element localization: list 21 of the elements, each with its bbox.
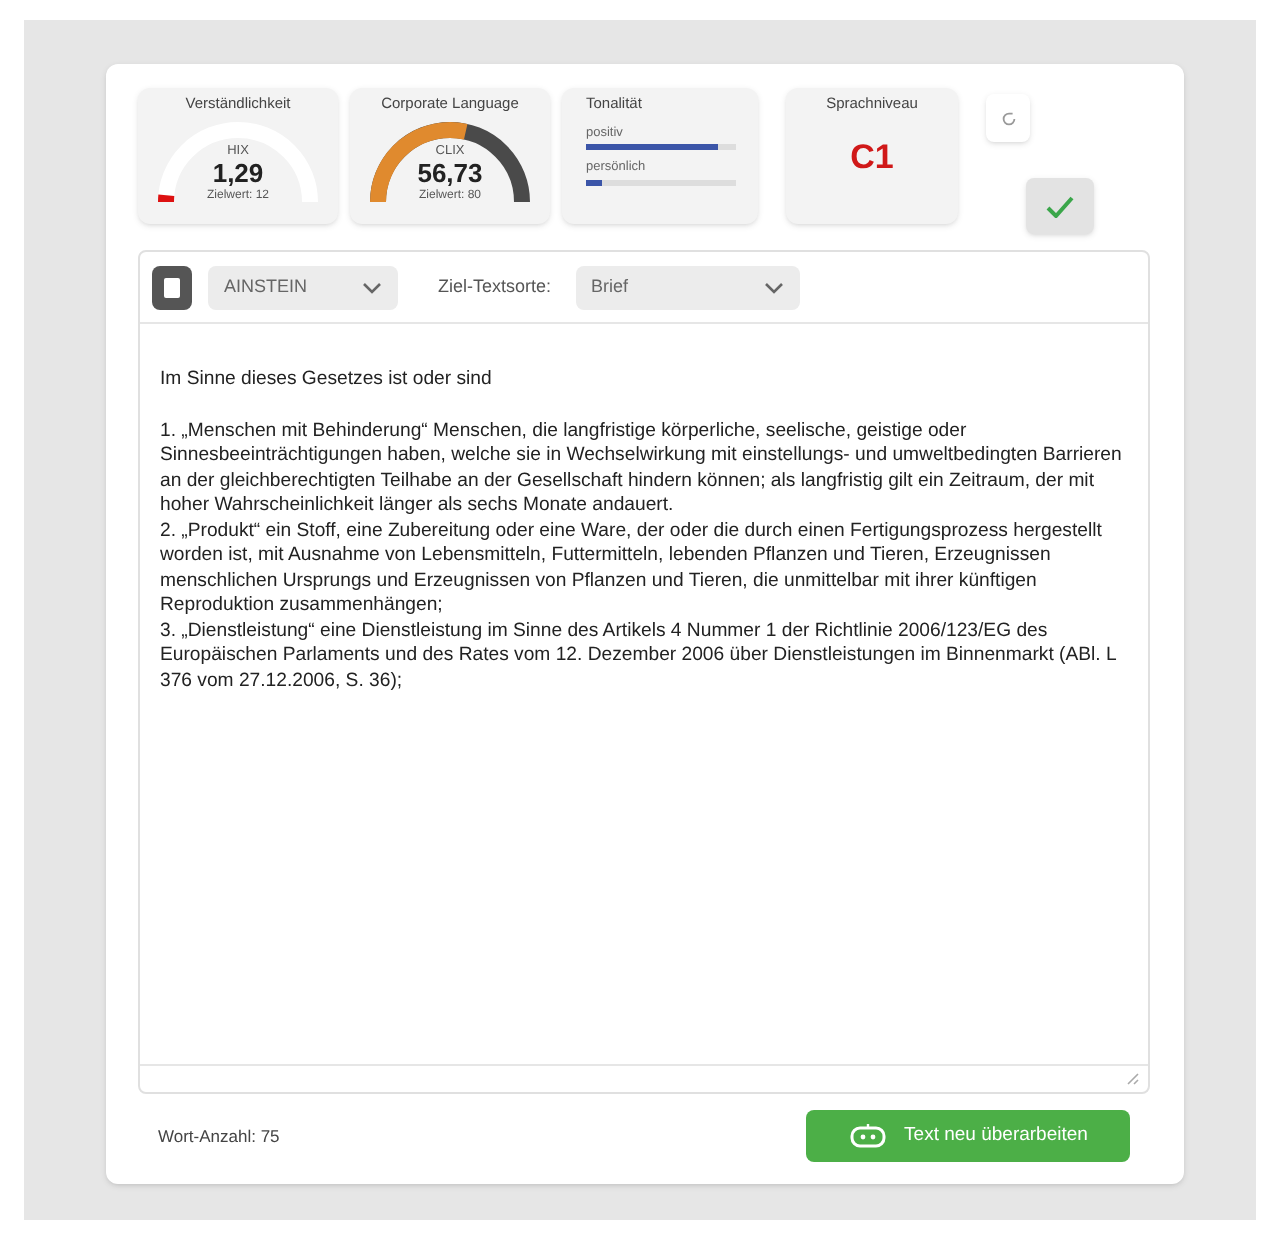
text-paragraph: Im Sinne dieses Gesetzes ist oder sind: [160, 368, 494, 393]
refresh-button[interactable]: [986, 94, 1030, 142]
resize-handle-icon[interactable]: [1126, 1072, 1140, 1086]
gauge-value: 56,73: [417, 158, 483, 189]
target-type-select[interactable]: Brief: [575, 265, 800, 309]
check-icon: [1046, 195, 1074, 217]
gauge-value: 1,29: [212, 158, 264, 189]
word-count: Wort-Anzahl: 75: [158, 1123, 280, 1149]
document-icon: [152, 265, 192, 309]
rewrite-button[interactable]: Text neu überarbeiten: [806, 1110, 1130, 1162]
text-paragraph: 2. „Produkt“ ein Stoff, eine Zubereitung oder eine Ware, der oder die durch einen Fertigungsprozess hergestellt worden ist, mit Ausnahme von Lebensmitteln, Futtermitteln, lebenden Pflanzen und Tieren, Erzeugnissen menschlichen Ursprungs und Erzeugnissen von Pflanzen und Tieren, die unmittelbar mit ihrer künftigen Reproduktion zusammenhängen;: [160, 519, 1104, 619]
confirm-button[interactable]: [1026, 178, 1094, 234]
chevron-down-icon: [362, 281, 382, 293]
robot-icon: [848, 1124, 889, 1148]
language-level: C1: [850, 135, 894, 179]
text-paragraph: 1. „Menschen mit Behinderung“ Menschen, die langfristige körperliche, seelische, geistige oder Sinnesbeeinträchtigungen haben, welche sie in Wechselwirkung mit einstellungs- und umweltbedingten Barrieren an der gleichberechtigten Teilhabe an der Gesellschaft hindern können; als langfristig gilt ein Zeitraum, der mit hoher Wahrscheinlichkeit länger als sechs Monate andauert.: [160, 419, 1124, 519]
target-type-label: Ziel-Textsorte:: [438, 273, 552, 300]
refresh-icon: [999, 109, 1017, 127]
chevron-down-icon: [763, 281, 784, 293]
text-paragraph: 3. „Dienstleistung“ eine Dienstleistung im Sinne des Artikels 4 Nummer 1 der Richtlinie 2006/123/EG des Europäischen Parlaments und des Rates vom 12. Dezember 2006 über Dienstleistungen im Binnenmarkt (ABl. L 376 vom 27.12.2006, S. 36);: [160, 619, 1118, 694]
model-select[interactable]: AINSTEIN: [208, 265, 398, 309]
